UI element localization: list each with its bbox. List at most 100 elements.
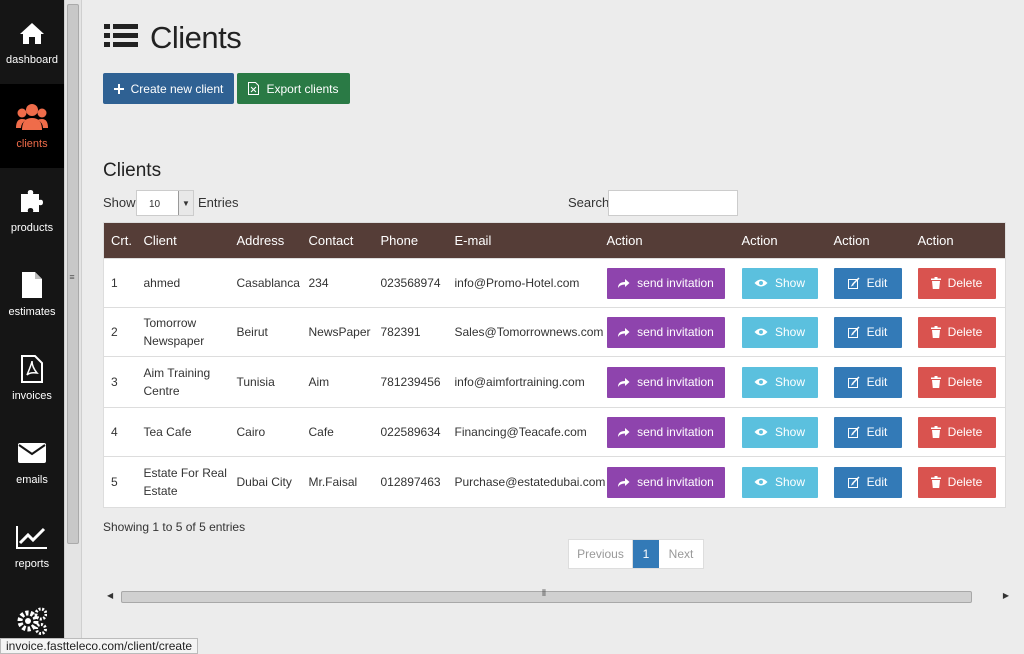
grip-icon: ≡ xyxy=(69,272,75,282)
entries-select[interactable]: 10 ▼ xyxy=(136,190,194,216)
create-client-button[interactable]: Create new client xyxy=(103,73,234,104)
table-row: 4 Tea Cafe Cairo Cafe 022589634 Financing@Tea… xyxy=(103,407,1006,457)
cell-phone: 781239456 xyxy=(373,356,448,408)
eye-icon xyxy=(754,278,768,288)
cell-phone: 023568974 xyxy=(373,258,448,308)
eye-icon xyxy=(754,377,768,387)
edit-button[interactable]: Edit xyxy=(833,316,902,348)
share-icon xyxy=(617,477,630,488)
show-button[interactable]: Show xyxy=(741,416,818,448)
action-label: send invitation xyxy=(637,276,714,290)
envelope-icon xyxy=(18,438,46,468)
delete-button[interactable]: Delete xyxy=(917,366,996,398)
gears-icon xyxy=(17,606,47,636)
delete-button[interactable]: Delete xyxy=(917,466,996,498)
cell-phone: 782391 xyxy=(373,307,448,357)
horizontal-scrollbar[interactable]: ◀ ⦀ ▶ xyxy=(103,588,1009,605)
cell-email: Purchase@estatedubai.com xyxy=(447,456,605,508)
column-header[interactable]: Client xyxy=(136,222,230,259)
column-header: Action xyxy=(826,222,911,259)
action-label: Delete xyxy=(947,276,983,290)
cell-action: Edit xyxy=(826,407,911,457)
column-header[interactable]: Contact xyxy=(301,222,374,259)
trash-icon xyxy=(930,426,941,438)
sidebar-item-dashboard[interactable]: dashboard xyxy=(0,0,64,84)
sidebar-item-label: estimates xyxy=(8,306,56,318)
eye-icon xyxy=(754,477,768,487)
action-label: Show xyxy=(774,425,806,439)
trash-icon xyxy=(930,476,941,488)
cell-client: ahmed xyxy=(136,258,230,308)
cell-phone: 012897463 xyxy=(373,456,448,508)
column-header[interactable]: E-mail xyxy=(447,222,600,259)
sidebar-item-emails[interactable]: emails xyxy=(0,420,64,504)
scroll-left-icon[interactable]: ◀ xyxy=(107,591,113,600)
delete-button[interactable]: Delete xyxy=(917,416,996,448)
sidebar-item-clients[interactable]: clients xyxy=(0,84,64,168)
sidebar-item-reports[interactable]: reports xyxy=(0,504,64,588)
cell-action: Edit xyxy=(826,456,911,508)
cell-action: send invitation xyxy=(599,307,735,357)
share-icon xyxy=(617,327,630,338)
cell-action: Show xyxy=(734,407,827,457)
cell-crt: 4 xyxy=(103,407,137,457)
sidebar-item-products[interactable]: products xyxy=(0,168,64,252)
chevron-down-icon[interactable]: ▼ xyxy=(178,191,193,215)
search-label: Search: xyxy=(568,195,613,210)
previous-page-button[interactable]: Previous xyxy=(569,540,633,568)
send-invitation-button[interactable]: send invitation xyxy=(606,267,725,299)
edit-icon xyxy=(847,376,860,388)
sidebar-item-label: clients xyxy=(16,138,48,150)
column-header[interactable]: Phone xyxy=(373,222,448,259)
show-button[interactable]: Show xyxy=(741,466,818,498)
column-header[interactable]: Crt. xyxy=(103,222,137,259)
cell-phone: 022589634 xyxy=(373,407,448,457)
scroll-right-icon[interactable]: ▶ xyxy=(1003,591,1009,600)
table-row: 5 Estate For Real Estate Dubai City Mr.Fais… xyxy=(103,456,1006,508)
action-label: Edit xyxy=(866,375,888,389)
trash-icon xyxy=(930,326,941,338)
cell-contact: 234 xyxy=(301,258,374,308)
sidebar-item-estimates[interactable]: estimates xyxy=(0,252,64,336)
share-icon xyxy=(617,278,630,289)
pagination: Previous 1 Next xyxy=(568,539,704,569)
edit-button[interactable]: Edit xyxy=(833,267,902,299)
send-invitation-button[interactable]: send invitation xyxy=(606,316,725,348)
cell-contact: Mr.Faisal xyxy=(301,456,374,508)
page-1-button[interactable]: 1 xyxy=(633,540,659,568)
search-input[interactable] xyxy=(608,190,738,216)
show-button[interactable]: Show xyxy=(741,366,818,398)
delete-button[interactable]: Delete xyxy=(917,267,996,299)
vertical-scrollbar[interactable]: ≡ xyxy=(64,0,82,654)
cell-address: Tunisia xyxy=(229,356,302,408)
show-button[interactable]: Show xyxy=(741,267,818,299)
edit-button[interactable]: Edit xyxy=(833,366,902,398)
cell-email: info@Promo-Hotel.com xyxy=(447,258,600,308)
sidebar-item-label: products xyxy=(10,222,54,234)
show-button[interactable]: Show xyxy=(741,316,818,348)
column-header[interactable]: Address xyxy=(229,222,302,259)
next-page-button[interactable]: Next xyxy=(659,540,703,568)
sidebar-item-invoices[interactable]: invoices xyxy=(0,336,64,420)
table-header-row: Crt. Client Address Contact Phone E-mail… xyxy=(103,222,1006,259)
action-label: send invitation xyxy=(637,475,714,489)
table-row: 2 Tomorrow Newspaper Beirut NewsPaper 782391… xyxy=(103,307,1006,357)
action-label: Delete xyxy=(947,325,983,339)
action-label: send invitation xyxy=(637,375,714,389)
table-title: Clients xyxy=(103,160,162,181)
list-icon xyxy=(104,23,138,54)
cell-action: Delete xyxy=(910,307,1006,357)
scrollbar-thumb[interactable]: ⦀ xyxy=(121,588,972,603)
edit-button[interactable]: Edit xyxy=(833,416,902,448)
sidebar-item-label: reports xyxy=(14,558,50,570)
grip-icon: ⦀ xyxy=(542,588,546,598)
send-invitation-button[interactable]: send invitation xyxy=(606,416,725,448)
export-clients-button[interactable]: Export clients xyxy=(237,73,350,104)
cell-action: Show xyxy=(734,356,827,408)
delete-button[interactable]: Delete xyxy=(917,316,996,348)
edit-icon xyxy=(847,326,860,338)
cell-address: Cairo xyxy=(229,407,302,457)
send-invitation-button[interactable]: send invitation xyxy=(606,366,725,398)
send-invitation-button[interactable]: send invitation xyxy=(606,466,725,498)
edit-button[interactable]: Edit xyxy=(833,466,902,498)
